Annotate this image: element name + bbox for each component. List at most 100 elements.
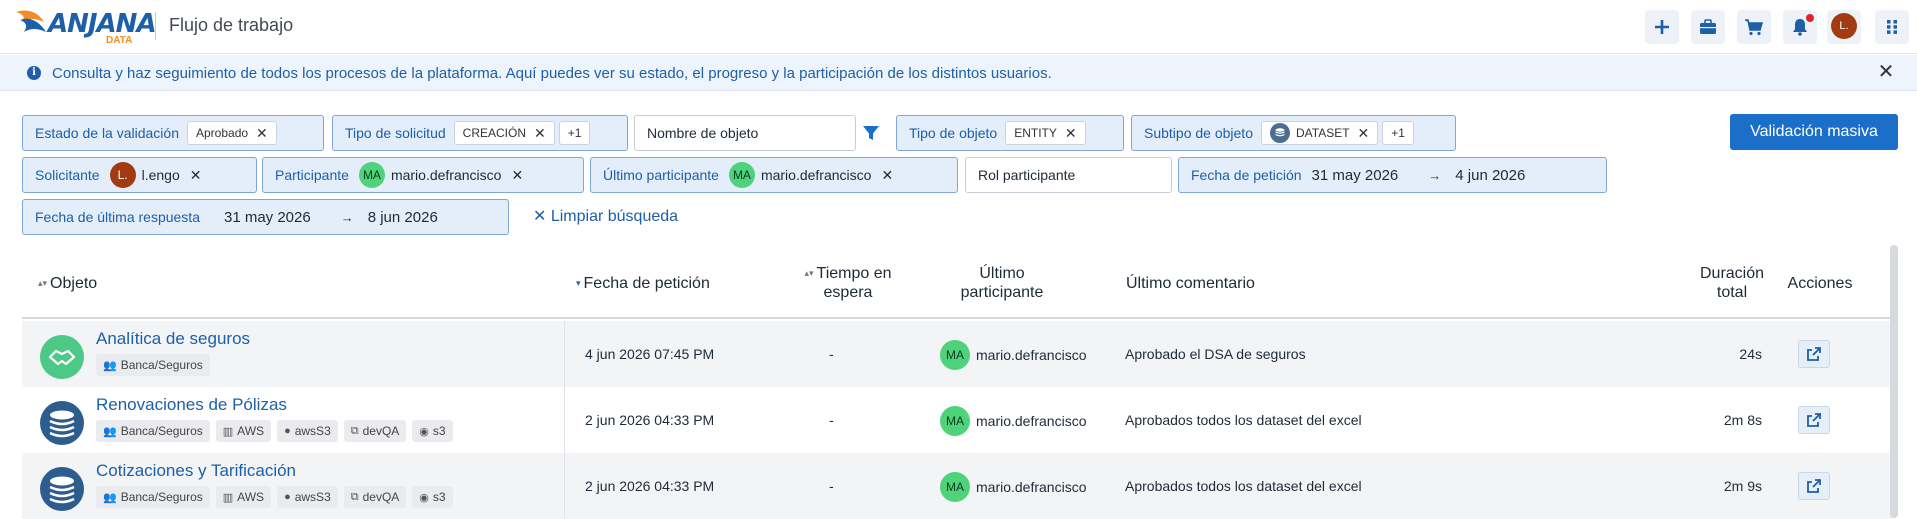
provider-tag: ▥ AWS: [215, 420, 272, 442]
tag-text: Banca/Seguros: [120, 490, 203, 504]
open-external-button[interactable]: [1798, 472, 1830, 500]
user-name: mario.defrancisco: [976, 347, 1087, 363]
more-tags-badge[interactable]: +1: [558, 121, 591, 145]
remove-tag-icon[interactable]: ✕: [1358, 125, 1370, 142]
column-tiempo-espera[interactable]: ▴▾ Tiempo en espera: [786, 264, 910, 302]
tiempo-espera-cell: -: [829, 412, 834, 428]
duracion-cell: 2m 9s: [1723, 478, 1762, 494]
open-external-button[interactable]: [1798, 340, 1830, 368]
user-avatar: MA: [728, 162, 755, 188]
external-link-icon: [1807, 347, 1821, 361]
tag-text: devQA: [362, 490, 400, 504]
external-link-icon: [1807, 413, 1821, 427]
user-pill: MA mario.defrancisco ✕: [728, 162, 893, 188]
briefcase-icon: [1700, 19, 1716, 34]
table-row[interactable]: Renovaciones de Pólizas 👥 Banca/Seguros ▥…: [22, 387, 1892, 453]
date-to[interactable]: 4 jun 2026: [1455, 167, 1525, 184]
column-duracion-total: Duración total: [1692, 264, 1772, 302]
filter-participante[interactable]: Participante MA mario.defrancisco ✕: [262, 157, 584, 193]
logo-subtext: DATA: [106, 35, 133, 46]
filter-subtipo-objeto[interactable]: Subtipo de objeto DATASET ✕ +1: [1131, 115, 1456, 151]
database-icon: [40, 467, 84, 511]
object-name-link[interactable]: Renovaciones de Pólizas: [96, 395, 287, 415]
cart-button[interactable]: [1737, 10, 1771, 44]
user-avatar[interactable]: L.: [1831, 13, 1857, 39]
user-avatar: MA: [358, 162, 385, 188]
remove-tag-icon[interactable]: ✕: [881, 167, 893, 184]
comentario-cell: Aprobados todos los dataset del excel: [1125, 412, 1362, 428]
users-icon: 👥: [103, 425, 117, 438]
more-tags-badge[interactable]: +1: [1382, 121, 1414, 145]
tag-text: Banca/Seguros: [120, 424, 203, 438]
environment-tag: ⧉ devQA: [343, 486, 407, 508]
sort-icon: ▴▾: [804, 268, 814, 279]
remove-tag-icon[interactable]: ✕: [1065, 125, 1077, 142]
rol-participante-input[interactable]: Rol participante: [965, 157, 1172, 193]
handshake-icon: [40, 335, 84, 379]
app-header: ANJANA DATA Flujo de trabajo L.: [0, 0, 1917, 54]
remove-tag-icon[interactable]: ✕: [534, 125, 546, 142]
column-label: Último: [979, 265, 1025, 282]
column-fecha-peticion[interactable]: ▾ Fecha de petición: [576, 274, 710, 293]
filter-fecha-ultima-respuesta[interactable]: Fecha de última respuesta 31 may 2026 → …: [22, 199, 509, 235]
briefcase-button[interactable]: [1691, 10, 1725, 44]
filter-solicitante[interactable]: Solicitante L. l.engo ✕: [22, 157, 257, 193]
filter-button[interactable]: [855, 115, 886, 151]
column-label: participante: [960, 284, 1044, 301]
filter-label: Tipo de solicitud: [345, 125, 446, 141]
pin-icon: ◉: [419, 425, 429, 438]
object-tags: 👥 Banca/Seguros ▥ AWS ● awsS3 ⧉ devQA ◉ s3: [96, 420, 453, 442]
info-icon: i: [27, 66, 41, 80]
database-icon: [40, 401, 84, 445]
column-label: Acciones: [1787, 275, 1853, 292]
nombre-objeto-input[interactable]: Nombre de objeto: [634, 115, 856, 151]
filter-tipo-solicitud[interactable]: Tipo de solicitud CREACIÓN ✕ +1: [332, 115, 628, 151]
apps-grid-button[interactable]: [1875, 10, 1909, 44]
limpiar-busqueda-link[interactable]: ✕ Limpiar búsqueda: [533, 206, 678, 226]
date-from[interactable]: 31 may 2026: [224, 209, 311, 226]
tag-text: Banca/Seguros: [120, 358, 203, 372]
domain-tag: 👥 Banca/Seguros: [96, 354, 210, 376]
grid-icon: [1887, 20, 1897, 34]
user-name: mario.defrancisco: [976, 413, 1087, 429]
comentario-cell: Aprobados todos los dataset del excel: [1125, 478, 1362, 494]
filter-estado-validacion[interactable]: Estado de la validación Aprobado ✕: [22, 115, 324, 151]
object-name-link[interactable]: Analítica de seguros: [96, 329, 250, 349]
user-pill: L. l.engo ✕: [109, 162, 202, 188]
date-from[interactable]: 31 may 2026: [1312, 167, 1399, 184]
filter-label: Tipo de objeto: [909, 125, 998, 141]
fecha-peticion-cell: 4 jun 2026 07:45 PM: [585, 346, 715, 362]
add-button[interactable]: [1645, 10, 1679, 44]
object-tags: 👥 Banca/Seguros: [96, 354, 210, 376]
filter-fecha-peticion[interactable]: Fecha de petición 31 may 2026 → 4 jun 20…: [1178, 157, 1607, 193]
object-name-link[interactable]: Cotizaciones y Tarificación: [96, 461, 296, 481]
table-row[interactable]: Cotizaciones y Tarificación 👥 Banca/Segur…: [22, 453, 1892, 519]
tag-text: awsS3: [294, 490, 331, 504]
header-divider: [155, 12, 156, 40]
participante-cell: MA mario.defrancisco: [940, 472, 1087, 502]
remove-tag-icon[interactable]: ✕: [190, 167, 202, 184]
duracion-cell: 2m 8s: [1723, 412, 1762, 428]
open-external-button[interactable]: [1798, 406, 1830, 434]
column-objeto[interactable]: ▴▾ Objeto: [38, 274, 97, 293]
close-banner-button[interactable]: ✕: [1875, 61, 1897, 83]
tag-text: awsS3: [294, 424, 331, 438]
tag-text: s3: [432, 490, 446, 504]
table-scrollbar[interactable]: [1890, 245, 1898, 518]
user-avatar: MA: [940, 472, 970, 502]
remove-tag-icon[interactable]: ✕: [256, 125, 268, 142]
tag-text: Aprobado: [196, 126, 249, 140]
system-tag: ● awsS3: [277, 486, 338, 508]
table-row[interactable]: Analítica de seguros 👥 Banca/Seguros 4 ju…: [22, 321, 1892, 387]
filter-tipo-objeto[interactable]: Tipo de objeto ENTITY ✕: [896, 115, 1124, 151]
lightbulb-icon: ●: [284, 491, 291, 503]
database-icon: [1269, 123, 1290, 143]
remove-tag-icon[interactable]: ✕: [511, 167, 523, 184]
user-avatar: MA: [940, 340, 970, 370]
filter-ultimo-participante[interactable]: Último participante MA mario.defrancisco…: [590, 157, 958, 193]
tag-text: CREACIÓN: [462, 126, 526, 140]
validacion-masiva-button[interactable]: Validación masiva: [1730, 114, 1898, 150]
sort-desc-icon: ▾: [576, 278, 581, 289]
date-to[interactable]: 8 jun 2026: [368, 209, 438, 226]
anjana-logo[interactable]: ANJANA DATA: [14, 4, 157, 48]
